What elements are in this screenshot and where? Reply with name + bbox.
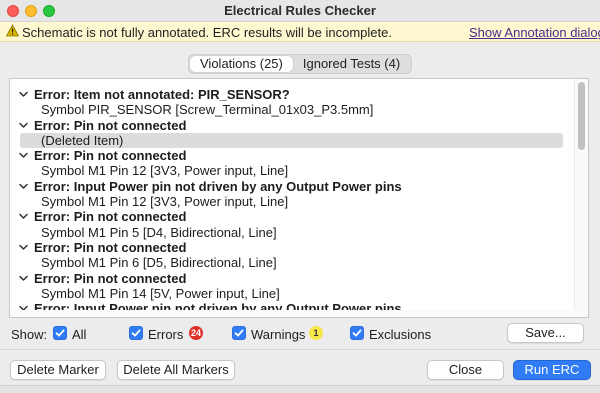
violation-row[interactable]: Error: Pin not connected <box>10 209 570 224</box>
all-checkbox[interactable] <box>53 326 67 340</box>
violation-item: (Deleted Item) <box>41 132 124 148</box>
violation-item-row[interactable]: Symbol M1 Pin 12 [3V3, Power input, Line… <box>10 194 570 209</box>
violation-item-row[interactable]: (Deleted Item) <box>10 132 570 148</box>
all-label[interactable]: All <box>72 327 86 342</box>
violations-list: Error: Item not annotated: PIR_SENSOR? Sy… <box>9 78 589 318</box>
warnings-checkbox[interactable] <box>232 326 246 340</box>
show-label: Show: <box>11 327 48 342</box>
scrollbar-thumb[interactable] <box>578 82 585 150</box>
warnings-count-badge: 1 <box>309 326 323 340</box>
window-title: Electrical Rules Checker <box>224 3 376 18</box>
horizontal-scrollbar[interactable] <box>10 310 576 317</box>
violation-item: Symbol M1 Pin 12 [3V3, Power input, Line… <box>41 194 289 210</box>
violation-row[interactable]: Error: Pin not connected <box>10 118 570 133</box>
exclusions-checkbox[interactable] <box>350 326 364 340</box>
violation-item: Symbol M1 Pin 12 [3V3, Power input, Line… <box>41 163 289 179</box>
violation-item: Symbol PIR_SENSOR [Screw_Terminal_01x03_… <box>41 102 374 118</box>
violations-rows: Error: Item not annotated: PIR_SENSOR? Sy… <box>10 87 570 316</box>
violation-row[interactable]: Error: Pin not connected <box>10 271 570 286</box>
title-bar: Electrical Rules Checker <box>0 0 600 22</box>
violation-row[interactable]: Error: Item not annotated: PIR_SENSOR? <box>10 87 570 102</box>
violation-title: Error: Pin not connected <box>34 117 187 133</box>
violation-item-row[interactable]: Symbol M1 Pin 12 [3V3, Power input, Line… <box>10 163 570 178</box>
violation-title: Error: Item not annotated: PIR_SENSOR? <box>34 87 290 102</box>
tab-ignored-tests[interactable]: Ignored Tests (4) <box>293 56 410 72</box>
run-erc-button[interactable]: Run ERC <box>513 360 591 380</box>
warnings-label[interactable]: Warnings <box>251 327 305 342</box>
delete-all-markers-button[interactable]: Delete All Markers <box>117 360 235 380</box>
bottom-edge <box>0 385 600 393</box>
vertical-scrollbar[interactable] <box>574 79 588 317</box>
delete-marker-button[interactable]: Delete Marker <box>10 360 106 380</box>
annotation-warning-bar: Schematic is not fully annotated. ERC re… <box>0 22 600 42</box>
errors-label[interactable]: Errors <box>148 327 183 342</box>
exclusions-label[interactable]: Exclusions <box>369 327 431 342</box>
save-button[interactable]: Save... <box>507 323 584 343</box>
erc-dialog: Electrical Rules Checker Schematic is no… <box>0 0 600 393</box>
errors-checkbox[interactable] <box>129 326 143 340</box>
violation-row[interactable]: Error: Pin not connected <box>10 240 570 255</box>
violation-item-row[interactable]: Symbol M1 Pin 5 [D4, Bidirectional, Line… <box>10 225 570 240</box>
violation-title: Error: Pin not connected <box>34 148 187 164</box>
violation-title: Error: Input Power pin not driven by any… <box>34 178 402 194</box>
warning-message: Schematic is not fully annotated. ERC re… <box>22 25 392 40</box>
close-button[interactable]: Close <box>427 360 504 380</box>
violation-item: Symbol M1 Pin 5 [D4, Bidirectional, Line… <box>41 224 277 240</box>
violation-item: Symbol M1 Pin 14 [5V, Power input, Line] <box>41 285 280 301</box>
violation-item-row[interactable]: Symbol M1 Pin 6 [D5, Bidirectional, Line… <box>10 255 570 270</box>
tab-bar: Violations (25) Ignored Tests (4) <box>188 54 413 74</box>
violation-title: Error: Pin not connected <box>34 239 187 255</box>
violation-item-row[interactable]: Symbol PIR_SENSOR [Screw_Terminal_01x03_… <box>10 102 570 117</box>
tab-violations[interactable]: Violations (25) <box>190 56 293 72</box>
filter-bar: Show: All Errors 24 Warnings 1 Exclusion… <box>11 326 591 344</box>
errors-count-badge: 24 <box>189 326 204 340</box>
violation-row[interactable]: Error: Pin not connected <box>10 148 570 163</box>
show-annotation-dialog-link[interactable]: Show Annotation dialog <box>469 25 600 40</box>
violation-row[interactable]: Error: Input Power pin not driven by any… <box>10 179 570 194</box>
violation-title: Error: Pin not connected <box>34 209 187 225</box>
footer-divider <box>0 349 600 350</box>
warning-icon <box>5 24 20 40</box>
violation-item: Symbol M1 Pin 6 [D5, Bidirectional, Line… <box>41 255 277 271</box>
violation-item-row[interactable]: Symbol M1 Pin 14 [5V, Power input, Line] <box>10 286 570 301</box>
violation-title: Error: Pin not connected <box>34 270 187 286</box>
